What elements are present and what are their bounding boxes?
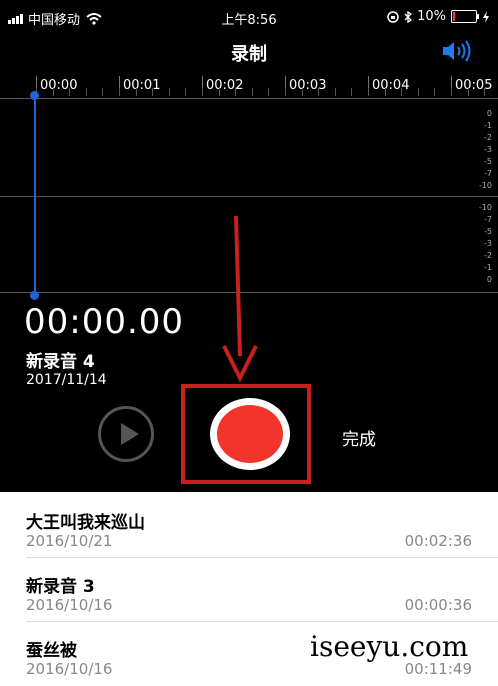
recording-date: 2016/10/16: [26, 596, 113, 614]
recorder-panel: 中国移动 上午8:56 10% 录制 00:00 00:01 00:02 00:…: [0, 0, 498, 492]
annotation-arrow: [222, 215, 258, 383]
recording-date: 2016/10/21: [26, 532, 113, 550]
recording-date: 2016/10/16: [26, 660, 113, 678]
recording-duration: 00:00:36: [404, 596, 472, 614]
recording-title: 大王叫我来巡山: [26, 513, 145, 533]
recording-title: 蚕丝被: [26, 641, 77, 661]
list-item[interactable]: 大王叫我来巡山 2016/10/21 00:02:36: [0, 494, 498, 558]
recording-duration: 00:02:36: [404, 532, 472, 550]
recording-title: 新录音 3: [26, 577, 95, 597]
list-item[interactable]: 新录音 3 2016/10/16 00:00:36: [0, 558, 498, 622]
watermark: iseeyu.com: [310, 630, 469, 663]
